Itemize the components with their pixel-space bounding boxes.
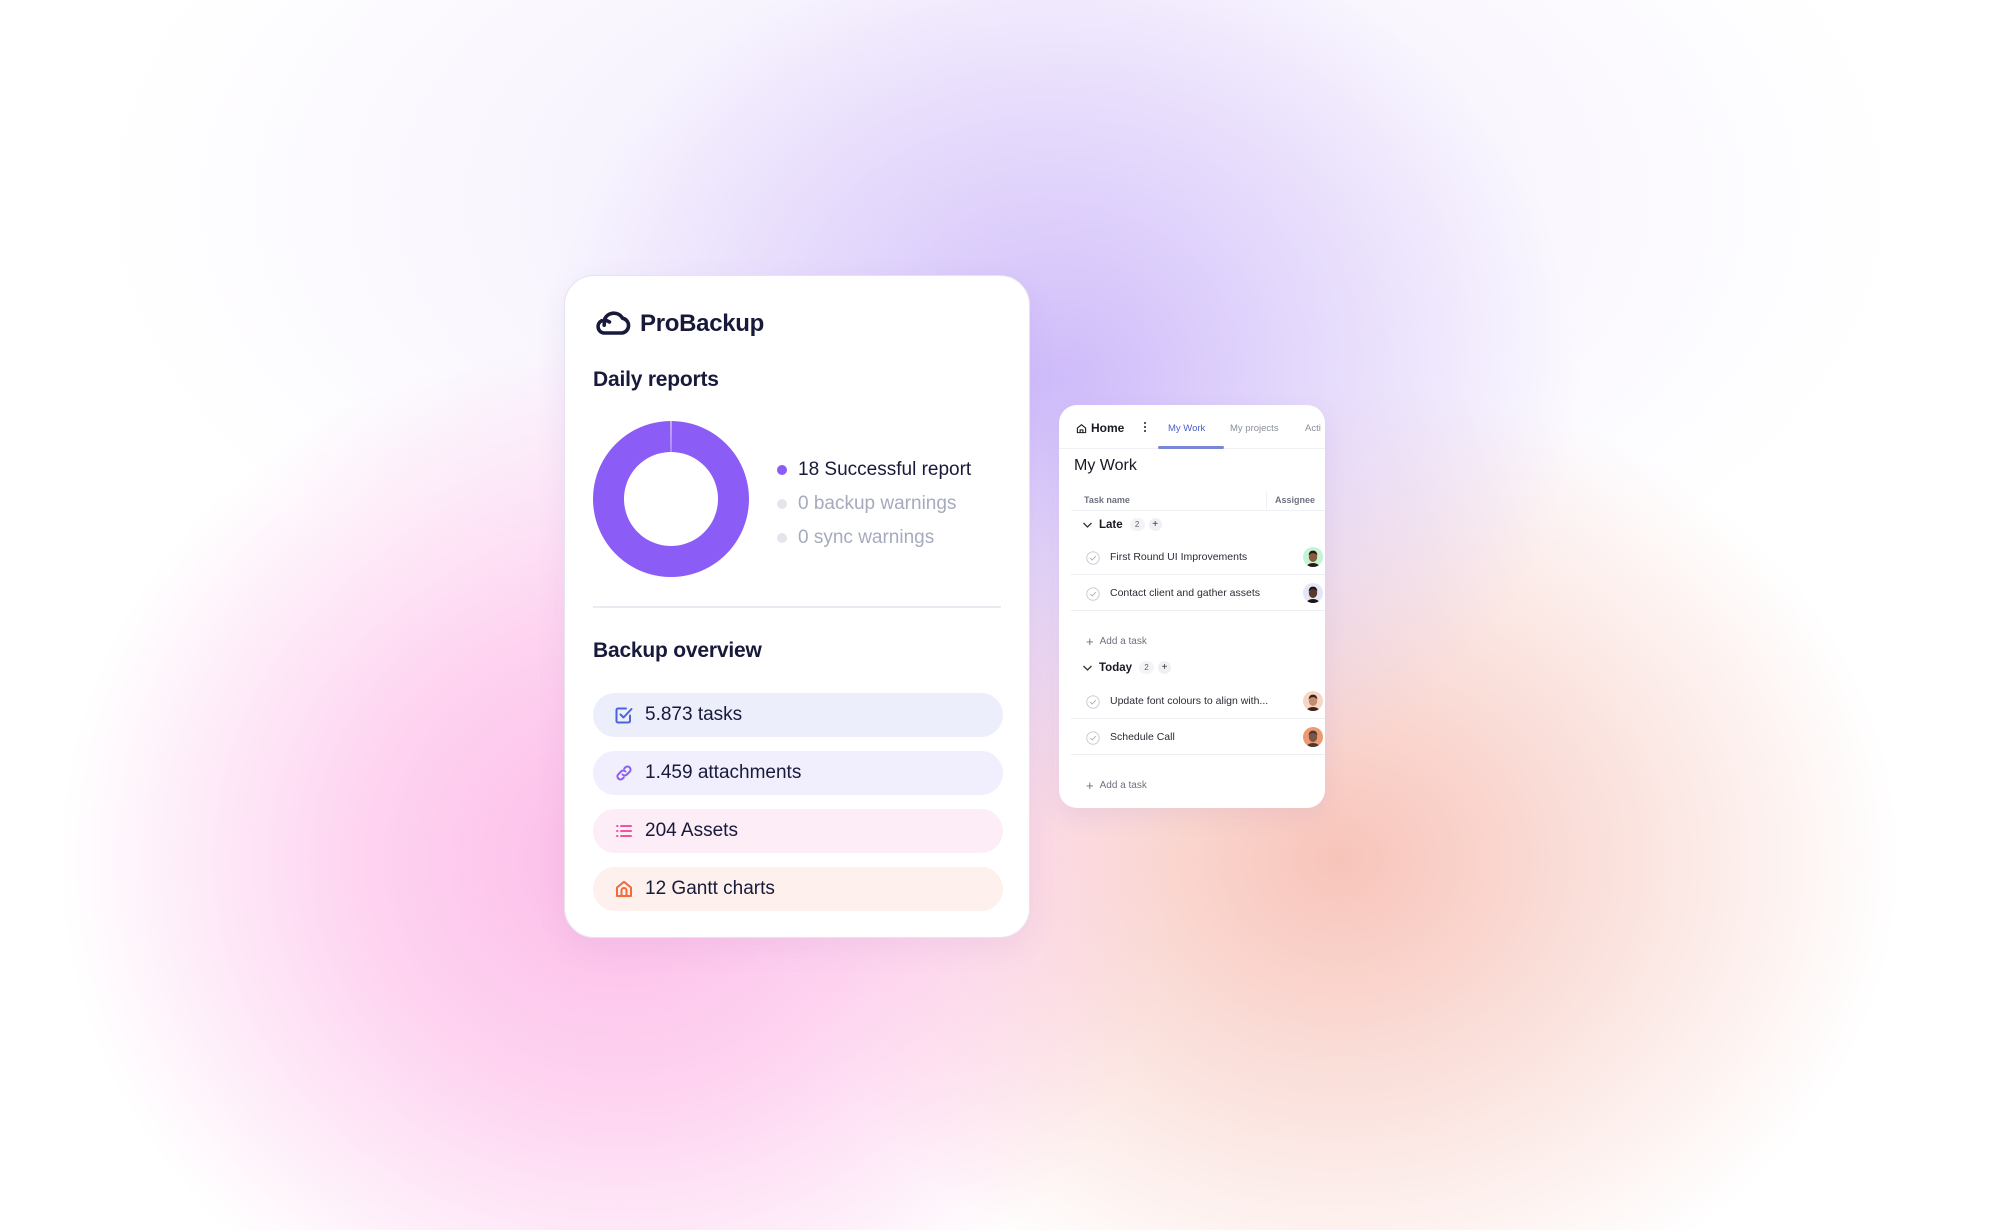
my-work-card: Home My Work My projects Acti My Work Ta… xyxy=(1059,405,1325,808)
page-title: My Work xyxy=(1074,457,1137,474)
complete-task-checkbox[interactable] xyxy=(1086,731,1100,745)
daily-reports-donut-chart xyxy=(593,421,749,577)
brand-header: ProBackup xyxy=(595,310,764,338)
donut-slice-successful-report xyxy=(593,421,749,577)
legend-label: 0 backup warnings xyxy=(798,493,957,514)
more-options-icon[interactable] xyxy=(1143,421,1147,433)
group-name: Late xyxy=(1099,518,1123,531)
task-name: First Round UI Improvements xyxy=(1110,551,1248,563)
legend-label: 18 Successful report xyxy=(798,459,972,480)
group-count-badge: 2 xyxy=(1139,661,1155,674)
home-breadcrumb[interactable]: Home xyxy=(1076,421,1124,435)
chevron-down-icon[interactable] xyxy=(1082,664,1093,672)
group-header-today[interactable]: Today 2 + xyxy=(1082,661,1172,674)
column-divider xyxy=(1266,491,1267,511)
assignee-avatar[interactable] xyxy=(1303,547,1323,567)
column-task-name[interactable]: Task name xyxy=(1084,495,1130,505)
chevron-down-icon[interactable] xyxy=(1082,521,1093,529)
home-label: Home xyxy=(1091,421,1125,435)
complete-task-checkbox[interactable] xyxy=(1086,551,1100,565)
tab-my-work[interactable]: My Work xyxy=(1168,423,1205,434)
group-name: Today xyxy=(1099,661,1133,674)
home-icon xyxy=(616,880,632,897)
work-header: Home My Work My projects Acti xyxy=(1059,405,1325,449)
complete-task-checkbox[interactable] xyxy=(1086,695,1100,709)
assignee-avatar[interactable] xyxy=(1303,727,1323,747)
overview-item-attachments[interactable]: 1.459 attachments xyxy=(593,751,1003,795)
plus-icon: + xyxy=(1086,778,1094,793)
overview-label: 5.873 tasks xyxy=(645,704,743,725)
add-task-label: Add a task xyxy=(1099,636,1147,647)
chart-legend: 18 Successful report 0 backup warnings 0… xyxy=(777,453,971,555)
add-to-group-button[interactable]: + xyxy=(1148,518,1162,531)
link-icon xyxy=(616,765,632,781)
active-tab-indicator xyxy=(1158,446,1224,449)
task-row[interactable]: First Round UI Improvements xyxy=(1071,539,1325,575)
task-name: Contact client and gather assets xyxy=(1110,587,1261,599)
assignee-avatar[interactable] xyxy=(1303,691,1323,711)
overview-label: 12 Gantt charts xyxy=(645,878,775,899)
task-row[interactable]: Contact client and gather assets xyxy=(1071,575,1325,611)
home-icon xyxy=(1076,423,1087,433)
section-divider xyxy=(593,606,1001,608)
task-row[interactable]: Schedule Call xyxy=(1071,719,1325,755)
overview-item-tasks[interactable]: 5.873 tasks xyxy=(593,693,1003,737)
add-task-button[interactable]: + Add a task xyxy=(1086,778,1147,793)
legend-dot xyxy=(777,533,787,543)
legend-dot xyxy=(777,499,787,509)
plus-icon: + xyxy=(1086,634,1094,649)
overview-label: 204 Assets xyxy=(645,820,738,841)
add-to-group-button[interactable]: + xyxy=(1158,661,1172,674)
overview-item-assets[interactable]: 204 Assets xyxy=(593,809,1003,853)
table-header: Task name Assignee xyxy=(1071,491,1325,511)
person-icon xyxy=(1306,586,1320,603)
legend-label: 0 sync warnings xyxy=(798,527,935,548)
daily-reports-title: Daily reports xyxy=(593,368,719,391)
legend-item-backup-warnings: 0 backup warnings xyxy=(777,487,971,521)
legend-item-sync-warnings: 0 sync warnings xyxy=(777,521,971,555)
assignee-avatar[interactable] xyxy=(1303,583,1323,603)
tab-activity[interactable]: Acti xyxy=(1305,423,1321,434)
tab-my-projects[interactable]: My projects xyxy=(1230,423,1279,434)
add-task-button[interactable]: + Add a task xyxy=(1086,634,1147,649)
backup-overview-list: 5.873 tasks 1.459 attachments 204 Assets xyxy=(593,693,1003,925)
list-icon xyxy=(616,825,632,837)
group-count-badge: 2 xyxy=(1129,518,1145,531)
legend-item-successful: 18 Successful report xyxy=(777,453,971,487)
cloud-sync-icon xyxy=(596,311,631,335)
backup-overview-title: Backup overview xyxy=(593,639,762,662)
overview-label: 1.459 attachments xyxy=(645,762,802,783)
task-name: Schedule Call xyxy=(1110,731,1175,743)
person-icon xyxy=(1306,694,1320,711)
person-icon xyxy=(1306,730,1320,747)
checkbox-icon xyxy=(615,707,633,724)
probackup-card: ProBackup Daily reports 18 Successful re… xyxy=(564,275,1030,938)
legend-dot xyxy=(777,465,787,475)
brand-name: ProBackup xyxy=(640,310,765,337)
column-assignee[interactable]: Assignee xyxy=(1275,495,1315,505)
task-row[interactable]: Update font colours to align with... xyxy=(1071,683,1325,719)
group-header-late[interactable]: Late 2 + xyxy=(1082,518,1162,531)
add-task-label: Add a task xyxy=(1099,780,1147,791)
complete-task-checkbox[interactable] xyxy=(1086,587,1100,601)
person-icon xyxy=(1306,550,1320,567)
overview-item-gantt-charts[interactable]: 12 Gantt charts xyxy=(593,867,1003,911)
task-name: Update font colours to align with... xyxy=(1110,695,1269,707)
